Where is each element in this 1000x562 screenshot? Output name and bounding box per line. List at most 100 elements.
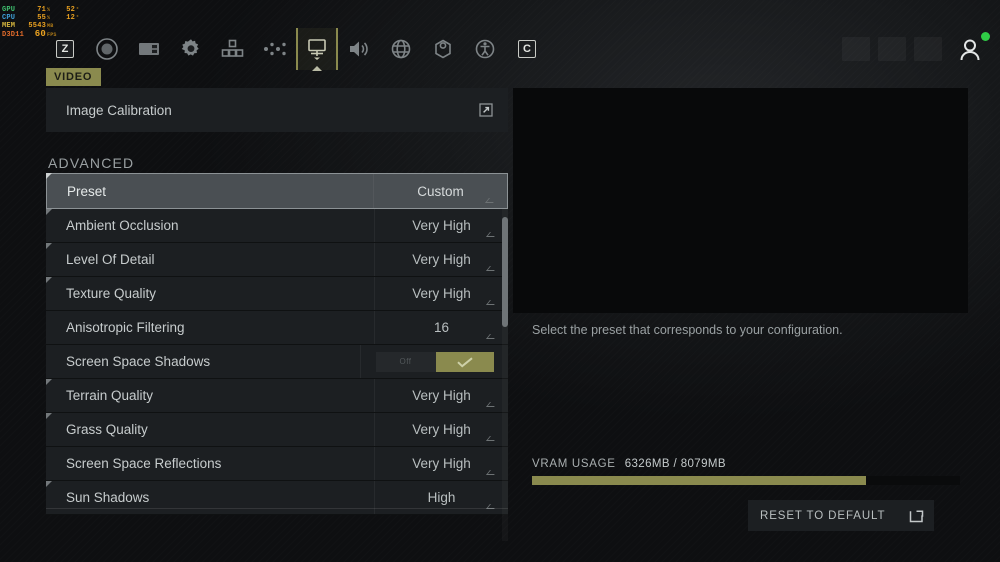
- external-link-icon: [464, 103, 508, 117]
- perf-value-fps: 60: [34, 29, 46, 39]
- row-corner-marker: [46, 243, 52, 249]
- performance-overlay: GPU 71 % 52 ° CPU 55 % 12 ° MEM 5543 MB …: [2, 6, 79, 39]
- placeholder-slot-1[interactable]: [842, 37, 870, 61]
- row-value-screen-space-shadows[interactable]: Off: [360, 345, 508, 378]
- reset-to-default-label: RESET TO DEFAULT: [760, 509, 886, 522]
- row-ambient-occlusion[interactable]: Ambient Occlusion Very High: [46, 209, 508, 243]
- row-label-screen-space-reflections: Screen Space Reflections: [66, 456, 222, 471]
- row-value-terrain-quality[interactable]: Very High: [374, 379, 508, 412]
- row-label-grass-quality: Grass Quality: [66, 422, 148, 437]
- image-calibration-label: Image Calibration: [66, 102, 172, 118]
- perf-temp-cpu: 12: [66, 14, 75, 22]
- display-card-icon: [139, 43, 159, 55]
- category-badge-video: VIDEO: [46, 68, 102, 86]
- settings-panel: Image Calibration ADVANCED Preset Custom…: [46, 88, 508, 515]
- row-corner-marker: [46, 277, 52, 283]
- globe-icon: [391, 39, 411, 59]
- perf-row-cpu: CPU 55 % 12 °: [2, 14, 79, 22]
- row-level-of-detail[interactable]: Level Of Detail Very High: [46, 243, 508, 277]
- tab-settings[interactable]: [170, 28, 212, 70]
- row-terrain-quality[interactable]: Terrain Quality Very High: [46, 379, 508, 413]
- settings-scrollbar-thumb[interactable]: [502, 217, 508, 327]
- row-anisotropic-filtering[interactable]: Anisotropic Filtering 16: [46, 311, 508, 345]
- row-label-level-of-detail: Level Of Detail: [66, 252, 155, 267]
- tab-network[interactable]: [422, 28, 464, 70]
- row-value-ambient-occlusion[interactable]: Very High: [374, 209, 508, 242]
- tab-gameplay[interactable]: [86, 28, 128, 70]
- perf-temp-gpu: 52: [66, 6, 75, 14]
- row-sun-shadows[interactable]: Sun Shadows High: [46, 481, 508, 515]
- row-label-texture-quality: Texture Quality: [66, 286, 157, 301]
- placeholder-slot-2[interactable]: [878, 37, 906, 61]
- row-label-screen-space-shadows: Screen Space Shadows: [66, 354, 211, 369]
- toggle-screen-space-shadows[interactable]: Off: [375, 351, 494, 372]
- row-texture-quality[interactable]: Texture Quality Very High: [46, 277, 508, 311]
- perf-unit-cpu: %: [47, 15, 51, 21]
- vram-progress-fill: [532, 476, 866, 485]
- row-value-level-of-detail[interactable]: Very High: [374, 243, 508, 276]
- perf-label-cpu: CPU: [2, 14, 16, 22]
- row-value-anisotropic-filtering[interactable]: 16: [374, 311, 508, 344]
- perf-unit-gpu: %: [47, 7, 51, 13]
- row-grass-quality[interactable]: Grass Quality Very High: [46, 413, 508, 447]
- key-c-icon: C: [518, 40, 536, 58]
- monitor-icon: [308, 39, 326, 60]
- hexagon-icon: [435, 39, 451, 59]
- placeholder-slot-3[interactable]: [914, 37, 942, 61]
- perf-row-gpu: GPU 71 % 52 °: [2, 6, 79, 14]
- gear-icon: [181, 39, 199, 56]
- settings-scroll-area: Ambient Occlusion Very High Level Of Det…: [46, 209, 508, 541]
- tab-keybind-c[interactable]: C: [506, 28, 548, 70]
- row-corner-marker: [46, 173, 52, 179]
- reset-to-default-button[interactable]: RESET TO DEFAULT: [748, 500, 934, 531]
- vram-progress-bar: [532, 476, 960, 485]
- perf-label-gpu: GPU: [2, 6, 16, 14]
- vram-usage-block: VRAM USAGE 6326MB / 8079MB: [532, 458, 960, 485]
- reset-arrow-icon: [898, 508, 934, 523]
- top-right-cluster: [842, 28, 990, 70]
- top-navigation-bar: Z C: [0, 28, 1000, 70]
- row-value-sun-shadows[interactable]: High: [374, 481, 508, 514]
- tab-interface[interactable]: [128, 28, 170, 70]
- speaker-icon: [350, 41, 368, 57]
- vram-usage-line: VRAM USAGE 6326MB / 8079MB: [532, 458, 960, 470]
- row-value-preset[interactable]: Custom: [373, 174, 507, 208]
- perf-unit-mem: MB: [47, 23, 54, 29]
- perf-value-gpu: 71: [37, 6, 46, 14]
- section-header-advanced: ADVANCED: [48, 155, 135, 171]
- row-value-screen-space-reflections[interactable]: Very High: [374, 447, 508, 480]
- row-screen-space-shadows[interactable]: Screen Space Shadows Off: [46, 345, 508, 379]
- toggle-on-state: [435, 351, 494, 372]
- row-value-grass-quality[interactable]: Very High: [374, 413, 508, 446]
- row-preset[interactable]: Preset Custom: [46, 173, 508, 215]
- tab-controls[interactable]: [212, 28, 254, 70]
- key-z-icon: Z: [56, 40, 74, 58]
- perf-temp-unit-gpu: °: [76, 7, 80, 13]
- row-label-terrain-quality: Terrain Quality: [66, 388, 154, 403]
- settings-tab-strip: Z C: [44, 28, 548, 70]
- tab-keybindings[interactable]: [254, 28, 296, 70]
- row-corner-marker: [46, 481, 52, 487]
- row-image-calibration[interactable]: Image Calibration: [46, 88, 508, 132]
- row-label-anisotropic-filtering: Anisotropic Filtering: [66, 320, 185, 335]
- check-icon: [456, 356, 473, 368]
- perf-unit-fps: FPS: [47, 32, 57, 38]
- tab-language[interactable]: [380, 28, 422, 70]
- accessibility-icon: [475, 39, 495, 59]
- tab-audio[interactable]: [338, 28, 380, 70]
- perf-label-mem: MEM: [2, 22, 16, 30]
- settings-scrollbar-track[interactable]: [502, 209, 508, 541]
- preview-panel: [513, 88, 968, 313]
- row-value-texture-quality[interactable]: Very High: [374, 277, 508, 310]
- perf-temp-unit-cpu: °: [76, 15, 80, 21]
- status-badge: [981, 32, 990, 41]
- perf-value-cpu: 55: [37, 14, 46, 22]
- toggle-off-label: Off: [399, 357, 412, 366]
- avatar[interactable]: [950, 28, 990, 70]
- row-screen-space-reflections[interactable]: Screen Space Reflections Very High: [46, 447, 508, 481]
- game-settings-screen: GPU 71 % 52 ° CPU 55 % 12 ° MEM 5543 MB …: [0, 0, 1000, 562]
- tab-accessibility[interactable]: [464, 28, 506, 70]
- row-label-preset: Preset: [67, 183, 107, 199]
- row-corner-marker: [46, 379, 52, 385]
- tab-video[interactable]: [296, 28, 338, 70]
